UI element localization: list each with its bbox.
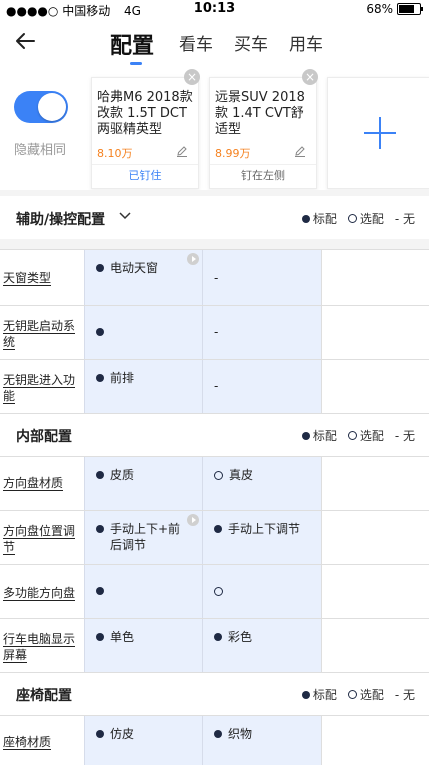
car-card-2: 远景SUV 2018款 1.4T CVT舒适型 8.99万 钉在左侧 bbox=[209, 77, 317, 189]
car1-value: 单色 bbox=[84, 619, 202, 672]
back-arrow-icon[interactable] bbox=[12, 28, 38, 54]
play-icon[interactable] bbox=[187, 253, 199, 265]
battery-icon bbox=[397, 3, 423, 15]
spec-row: 座椅材质 仿皮 织物 bbox=[0, 716, 429, 765]
car1-value bbox=[84, 306, 202, 359]
hide-same-toggle[interactable] bbox=[14, 91, 68, 123]
optional-ring-icon bbox=[214, 471, 223, 480]
car2-value: - bbox=[202, 306, 321, 359]
optional-ring-icon bbox=[347, 214, 357, 223]
tab-view-car[interactable]: 看车 bbox=[179, 30, 213, 55]
standard-dot-icon bbox=[96, 633, 104, 641]
row-label: 无钥匙进入功能 bbox=[3, 373, 76, 404]
status-bar: ●●●●○ 中国移动 4G 10:13 68% bbox=[0, 0, 429, 20]
chevron-down-icon[interactable] bbox=[118, 211, 132, 221]
empty-column bbox=[321, 716, 429, 765]
hide-same-label: 隐藏相同 bbox=[14, 143, 67, 158]
car2-value: 真皮 bbox=[202, 457, 321, 510]
row-label: 天窗类型 bbox=[3, 271, 52, 286]
empty-column bbox=[321, 250, 429, 305]
close-icon[interactable]: × bbox=[184, 69, 200, 85]
section-title: 座椅配置 bbox=[16, 688, 72, 704]
car1-value: 电动天窗 bbox=[84, 250, 202, 305]
car-price: 8.99万 bbox=[215, 147, 251, 160]
standard-dot-icon bbox=[96, 328, 104, 336]
spec-row: 方向盘位置调节 手动上下+前后调节 手动上下调节 bbox=[0, 511, 429, 565]
empty-column bbox=[321, 565, 429, 618]
car2-value: 手动上下调节 bbox=[202, 511, 321, 564]
spec-row: 天窗类型 电动天窗 - bbox=[0, 250, 429, 306]
tab-use-car[interactable]: 用车 bbox=[289, 30, 323, 55]
car1-value: 仿皮 bbox=[84, 716, 202, 765]
standard-dot-icon bbox=[214, 730, 222, 738]
car1-value: 皮质 bbox=[84, 457, 202, 510]
active-tab-indicator bbox=[130, 62, 142, 65]
row-label: 方向盘位置调节 bbox=[3, 524, 76, 555]
car-price: 8.10万 bbox=[97, 147, 133, 160]
car2-value: 织物 bbox=[202, 716, 321, 765]
legend: 标配 选配 - 无 bbox=[301, 210, 415, 227]
standard-dot-icon bbox=[96, 525, 104, 533]
car2-value: - bbox=[202, 360, 321, 413]
section-header-seat: 座椅配置 标配 选配 - 无 bbox=[0, 673, 429, 715]
car2-value bbox=[202, 565, 321, 618]
close-icon[interactable]: × bbox=[302, 69, 318, 85]
standard-dot-icon bbox=[301, 690, 310, 699]
optional-ring-icon bbox=[214, 587, 223, 596]
legend: 标配 选配 - 无 bbox=[301, 427, 415, 444]
clock: 10:13 bbox=[193, 1, 236, 16]
optional-ring-icon bbox=[347, 431, 357, 440]
play-icon[interactable] bbox=[187, 514, 199, 526]
row-label: 无钥匙启动系统 bbox=[3, 319, 76, 350]
spec-row: 无钥匙进入功能 前排 - bbox=[0, 360, 429, 414]
legend: 标配 选配 - 无 bbox=[301, 686, 415, 703]
car1-value bbox=[84, 565, 202, 618]
battery-status: 68% bbox=[366, 2, 423, 16]
standard-dot-icon bbox=[96, 264, 104, 272]
section-title: 辅助/操控配置 bbox=[16, 212, 106, 228]
add-car-button[interactable] bbox=[327, 77, 429, 189]
pin-left-button[interactable]: 钉在左侧 bbox=[210, 164, 316, 189]
car1-value: 手动上下+前后调节 bbox=[84, 511, 202, 564]
spec-row: 方向盘材质 皮质 真皮 bbox=[0, 457, 429, 511]
optional-ring-icon bbox=[347, 690, 357, 699]
car-name: 远景SUV 2018款 1.4T CVT舒适型 bbox=[215, 90, 305, 137]
section-title: 内部配置 bbox=[16, 429, 72, 445]
standard-dot-icon bbox=[301, 214, 310, 223]
car2-value: - bbox=[202, 250, 321, 305]
empty-column bbox=[321, 619, 429, 672]
section-header-assist: 辅助/操控配置 标配 选配 - 无 bbox=[0, 197, 429, 239]
pin-status[interactable]: 已钉住 bbox=[92, 164, 198, 189]
car-card-1: 哈弗M6 2018款 改款 1.5T DCT 两驱精英型 8.10万 已钉住 bbox=[91, 77, 199, 189]
standard-dot-icon bbox=[214, 633, 222, 641]
empty-column bbox=[321, 360, 429, 413]
battery-percent: 68% bbox=[366, 2, 393, 16]
empty-column bbox=[321, 306, 429, 359]
section-header-interior: 内部配置 标配 选配 - 无 bbox=[0, 414, 429, 456]
edit-icon[interactable] bbox=[294, 145, 306, 157]
car-name: 哈弗M6 2018款 改款 1.5T DCT 两驱精英型 bbox=[97, 90, 193, 137]
standard-dot-icon bbox=[96, 471, 104, 479]
car1-value: 前排 bbox=[84, 360, 202, 413]
standard-dot-icon bbox=[214, 525, 222, 533]
row-label: 方向盘材质 bbox=[3, 476, 64, 491]
spec-row: 行车电脑显示屏幕 单色 彩色 bbox=[0, 619, 429, 673]
row-label: 多功能方向盘 bbox=[3, 586, 76, 601]
standard-dot-icon bbox=[96, 374, 104, 382]
row-label: 行车电脑显示屏幕 bbox=[3, 632, 76, 663]
empty-column bbox=[321, 511, 429, 564]
tab-config[interactable]: 配置 bbox=[110, 28, 154, 60]
row-label: 座椅材质 bbox=[3, 735, 52, 750]
edit-icon[interactable] bbox=[176, 145, 188, 157]
tab-buy-car[interactable]: 买车 bbox=[234, 30, 268, 55]
car2-value: 彩色 bbox=[202, 619, 321, 672]
standard-dot-icon bbox=[301, 431, 310, 440]
spec-row: 无钥匙启动系统 - bbox=[0, 306, 429, 360]
standard-dot-icon bbox=[96, 587, 104, 595]
standard-dot-icon bbox=[96, 730, 104, 738]
spec-row: 多功能方向盘 bbox=[0, 565, 429, 619]
empty-column bbox=[321, 457, 429, 510]
